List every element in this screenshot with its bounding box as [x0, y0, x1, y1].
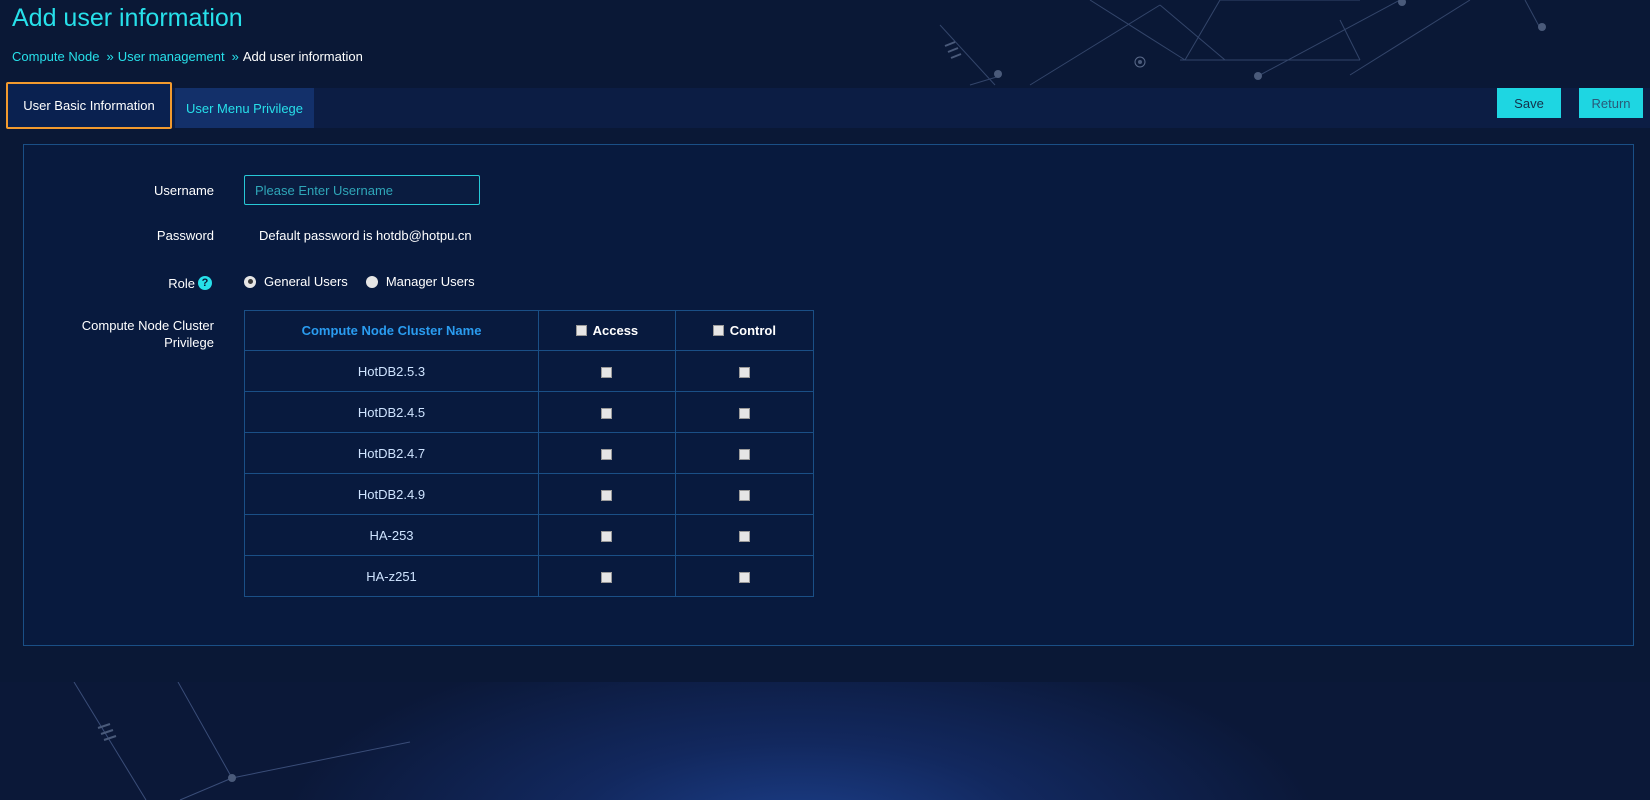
access-cell: [538, 432, 676, 474]
control-cell: [674, 473, 815, 515]
breadcrumb-separator-icon: »: [106, 49, 113, 64]
access-cell: [538, 350, 676, 392]
control-checkbox[interactable]: [738, 448, 750, 460]
access-header-label: Access: [592, 323, 639, 338]
return-button[interactable]: Return: [1579, 88, 1643, 118]
column-header-cluster-name: Compute Node Cluster Name: [244, 310, 539, 351]
table-header-row: Compute Node Cluster Name Access Control: [244, 310, 815, 351]
username-input[interactable]: [244, 175, 480, 205]
access-checkbox[interactable]: [601, 530, 613, 542]
control-cell: [674, 555, 815, 597]
breadcrumb-current: Add user information: [242, 49, 363, 64]
save-button[interactable]: Save: [1497, 88, 1561, 118]
circuit-decoration-top: [939, 0, 1546, 86]
tab-user-menu-privilege[interactable]: User Menu Privilege: [175, 88, 314, 128]
control-cell: [674, 432, 815, 474]
cluster-privilege-label: Compute Node Cluster Privilege: [81, 318, 214, 350]
access-checkbox[interactable]: [601, 366, 613, 378]
breadcrumb-compute-node[interactable]: Compute Node: [12, 49, 99, 64]
cluster-name-cell: HA-253: [244, 514, 539, 556]
access-checkbox[interactable]: [601, 571, 613, 583]
access-checkbox[interactable]: [601, 407, 613, 419]
table-row: HotDB2.4.9: [244, 473, 815, 515]
username-label: Username: [154, 183, 214, 198]
cluster-privilege-table: Compute Node Cluster Name Access Control…: [244, 310, 815, 597]
table-row: HA-253: [244, 514, 815, 556]
cluster-name-cell: HA-z251: [244, 555, 539, 597]
access-cell: [538, 555, 676, 597]
breadcrumb: Compute Node » User management » Add use…: [12, 49, 363, 64]
cluster-name-cell: HotDB2.4.5: [244, 391, 539, 433]
control-checkbox[interactable]: [738, 530, 750, 542]
general-users-radio[interactable]: [244, 275, 256, 288]
cluster-name-cell: HotDB2.5.3: [244, 350, 539, 392]
access-checkbox[interactable]: [601, 489, 613, 501]
role-radio-group: General Users Manager Users: [244, 274, 493, 289]
control-checkbox[interactable]: [738, 571, 750, 583]
general-users-label[interactable]: General Users: [264, 274, 348, 289]
cluster-name-cell: HotDB2.4.9: [244, 473, 539, 515]
page-title: Add user information: [12, 4, 243, 32]
access-cell: [538, 391, 676, 433]
access-select-all-checkbox[interactable]: [575, 325, 587, 337]
role-label: Role: [168, 276, 195, 291]
cluster-name-cell: HotDB2.4.7: [244, 432, 539, 474]
column-header-control: Control: [674, 310, 815, 351]
circuit-decoration-bottom: [73, 682, 411, 800]
table-row: HotDB2.4.7: [244, 432, 815, 474]
column-header-access: Access: [538, 310, 676, 351]
table-row: HA-z251: [244, 555, 815, 597]
breadcrumb-separator-icon: »: [231, 49, 239, 64]
access-cell: [538, 514, 676, 556]
access-checkbox[interactable]: [601, 448, 613, 460]
password-label: Password: [156, 228, 214, 243]
manager-users-radio[interactable]: [365, 275, 378, 288]
table-row: HotDB2.5.3: [244, 350, 815, 392]
default-password-text: Default password is hotdb@hotpu.cn: [259, 228, 472, 243]
control-checkbox[interactable]: [738, 407, 750, 419]
control-checkbox[interactable]: [738, 489, 750, 501]
tab-bar: User Basic Information User Menu Privile…: [6, 82, 1650, 129]
control-header-label: Control: [729, 323, 776, 338]
table-row: HotDB2.4.5: [244, 391, 815, 433]
control-cell: [674, 350, 815, 392]
control-cell: [674, 391, 815, 433]
tab-user-basic-information[interactable]: User Basic Information: [6, 82, 172, 129]
manager-users-label[interactable]: Manager Users: [386, 274, 475, 289]
control-checkbox[interactable]: [738, 366, 750, 378]
question-circle-icon[interactable]: ?: [198, 276, 212, 290]
breadcrumb-user-management[interactable]: User management: [118, 49, 225, 64]
access-cell: [538, 473, 676, 515]
control-select-all-checkbox[interactable]: [712, 325, 724, 337]
control-cell: [674, 514, 815, 556]
